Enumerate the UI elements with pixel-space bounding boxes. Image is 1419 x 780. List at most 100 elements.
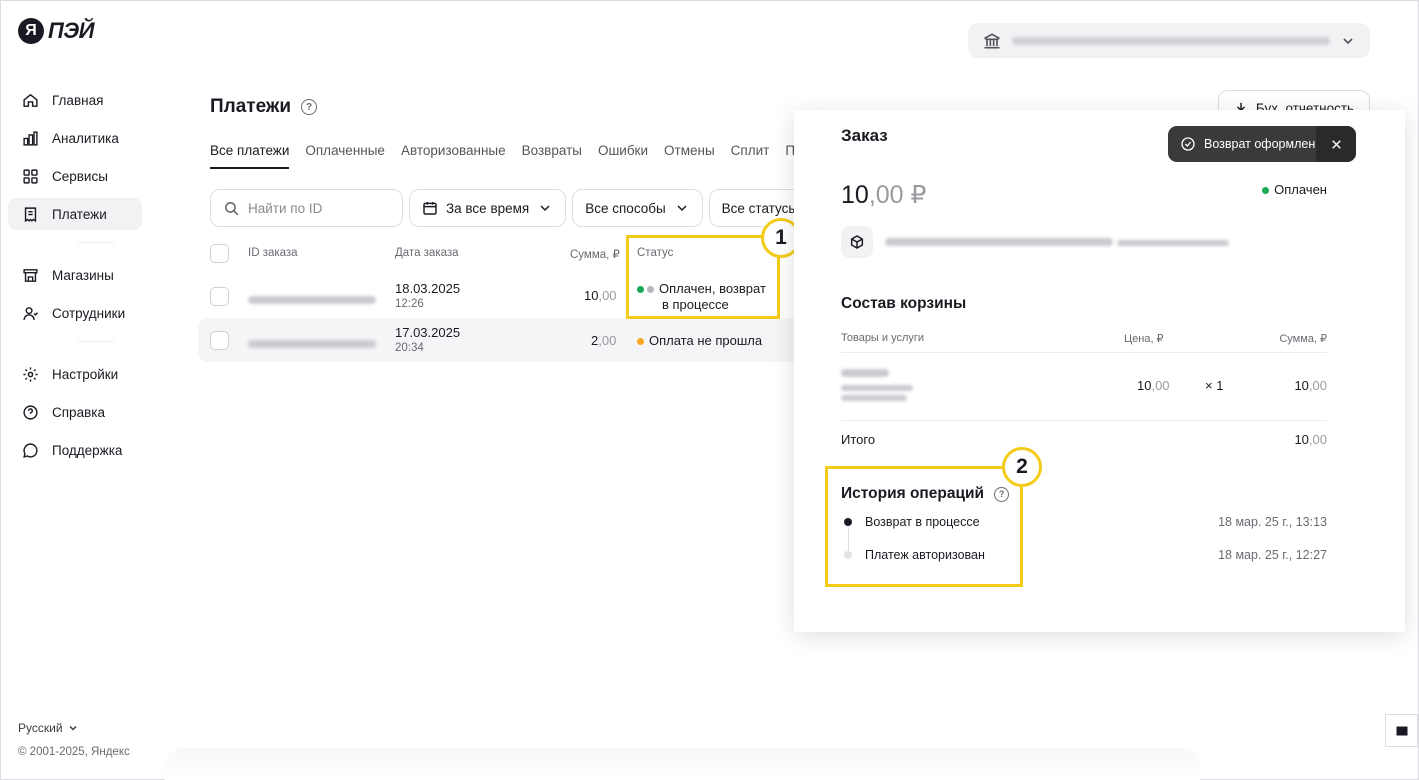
toast-notification: Возврат оформлен (1168, 126, 1356, 162)
order-sum: 10,00 (584, 288, 617, 303)
package-icon (841, 226, 873, 258)
sidebar-item-payments[interactable]: Платежи (8, 198, 142, 230)
status-badge: Оплата не прошла (637, 333, 762, 348)
sidebar-item-support[interactable]: Поддержка (8, 434, 142, 466)
settings-icon (23, 366, 38, 382)
chevron-down-icon (1343, 37, 1353, 44)
cart-item-name (841, 365, 913, 401)
payments-icon (24, 206, 37, 222)
order-date: 17.03.2025 20:34 (395, 325, 460, 354)
methods-filter-label: Все способы (585, 200, 666, 216)
amount-integer: 10 (841, 181, 869, 209)
order-panel-title: Заказ (841, 126, 888, 145)
cart-item-sum: 10,00 (1294, 378, 1327, 393)
highlight-frame-status (626, 235, 780, 319)
sidebar-item-label: Сотрудники (52, 305, 126, 321)
period-filter[interactable]: За все время (409, 189, 567, 227)
search-icon (225, 201, 239, 215)
cart-divider (841, 420, 1327, 421)
order-date-value: 18.03.2025 (395, 281, 461, 296)
cart-divider (841, 352, 1327, 353)
column-header-sum: Сумма, ₽ (570, 249, 620, 261)
sidebar-item-label: Справка (52, 404, 105, 420)
support-icon (23, 442, 38, 458)
chevron-down-icon (677, 205, 687, 212)
tab-authorized[interactable]: Авторизованные (401, 143, 506, 169)
price-integer: 10 (1137, 378, 1152, 393)
sidebar-item-label: Поддержка (52, 442, 123, 458)
cart-header-goods: Товары и услуги (841, 332, 925, 344)
order-status-text: Оплачен (1274, 182, 1327, 197)
period-filter-label: За все время (446, 200, 530, 216)
sidebar-nav: Главная Аналитика Сервисы Платежи Магази… (8, 84, 142, 472)
cart-item-qty: × 1 (1205, 378, 1224, 393)
toast-text: Возврат оформлен (1204, 137, 1316, 151)
analytics-icon (23, 130, 38, 146)
order-id-blurred (248, 292, 376, 307)
sidebar-item-label: Настройки (52, 366, 119, 382)
help-icon (23, 404, 38, 420)
status-dot-warning (637, 338, 644, 346)
row-checkbox[interactable] (210, 287, 229, 306)
language-selector[interactable]: Русский (18, 721, 79, 735)
yandex-pay-logo[interactable]: Я ПЭЙ (18, 18, 94, 44)
payments-tabs: Все платежи Оплаченные Авторизованные Во… (210, 143, 809, 169)
close-icon[interactable] (1316, 126, 1356, 162)
employees-icon (23, 306, 39, 320)
tab-all[interactable]: Все платежи (210, 143, 290, 169)
sidebar-divider (78, 242, 114, 243)
status-text: Оплата не прошла (649, 333, 763, 348)
order-sum: 2,00 (591, 333, 616, 348)
sidebar-item-settings[interactable]: Настройки (8, 358, 142, 390)
tab-errors[interactable]: Ошибки (598, 143, 648, 169)
column-header-id: ID заказа (248, 247, 298, 259)
sum-integer: 10 (584, 288, 599, 303)
order-time: 12:26 (395, 298, 424, 310)
calendar-icon (423, 202, 437, 215)
search-placeholder: Найти по ID (248, 200, 323, 216)
feedback-flag-icon[interactable] (1385, 714, 1418, 747)
tab-refunds[interactable]: Возвраты (522, 143, 582, 169)
account-name-blurred (1012, 36, 1330, 45)
sidebar-divider (78, 341, 114, 342)
amount-decimal: ,00 ₽ (868, 181, 927, 209)
sidebar-item-services[interactable]: Сервисы (8, 160, 142, 192)
chevron-down-icon (540, 205, 550, 212)
sidebar-item-help[interactable]: Справка (8, 396, 142, 428)
order-date: 18.03.2025 12:26 (395, 281, 460, 310)
sidebar-item-employees[interactable]: Сотрудники (8, 297, 142, 329)
total-label: Итого (841, 432, 876, 447)
column-header-date: Дата заказа (395, 247, 459, 259)
cart-item-title-blurred (841, 369, 889, 377)
sum-integer: 10 (1294, 378, 1309, 393)
tab-split[interactable]: Сплит (731, 143, 770, 169)
total-integer: 10 (1294, 432, 1309, 447)
page-title: Платежи ? (210, 96, 318, 118)
methods-filter[interactable]: Все способы (572, 189, 703, 227)
select-all-checkbox[interactable] (210, 244, 229, 263)
copyright: © 2001-2025, Яндекс (18, 746, 130, 758)
bottom-bar-shadow (165, 748, 1200, 780)
cart-item-price: 10,00 (1137, 378, 1170, 393)
total-decimal: ,00 (1308, 432, 1327, 447)
account-selector[interactable] (968, 23, 1370, 58)
tab-cancellations[interactable]: Отмены (664, 143, 715, 169)
order-time: 20:34 (395, 342, 424, 354)
tab-paid[interactable]: Оплаченные (305, 143, 385, 169)
sidebar-item-label: Платежи (52, 206, 107, 222)
history-item-date: 18 мар. 25 г., 12:27 (1218, 548, 1327, 562)
sum-decimal: ,00 (598, 288, 617, 303)
home-icon (23, 93, 38, 107)
logo-ya-mark: Я (18, 18, 44, 44)
sidebar-item-home[interactable]: Главная (8, 84, 142, 116)
question-icon[interactable]: ? (301, 99, 318, 115)
order-id-blurred (885, 233, 1230, 251)
row-checkbox[interactable] (210, 331, 229, 350)
sidebar-item-analytics[interactable]: Аналитика (8, 122, 142, 154)
sidebar-item-shops[interactable]: Магазины (8, 259, 142, 291)
status-dot-success (1262, 187, 1270, 195)
history-item-date: 18 мар. 25 г., 13:13 (1218, 515, 1327, 529)
search-input[interactable]: Найти по ID (210, 189, 403, 227)
order-id-row (841, 226, 1230, 258)
page-title-text: Платежи (210, 96, 292, 117)
